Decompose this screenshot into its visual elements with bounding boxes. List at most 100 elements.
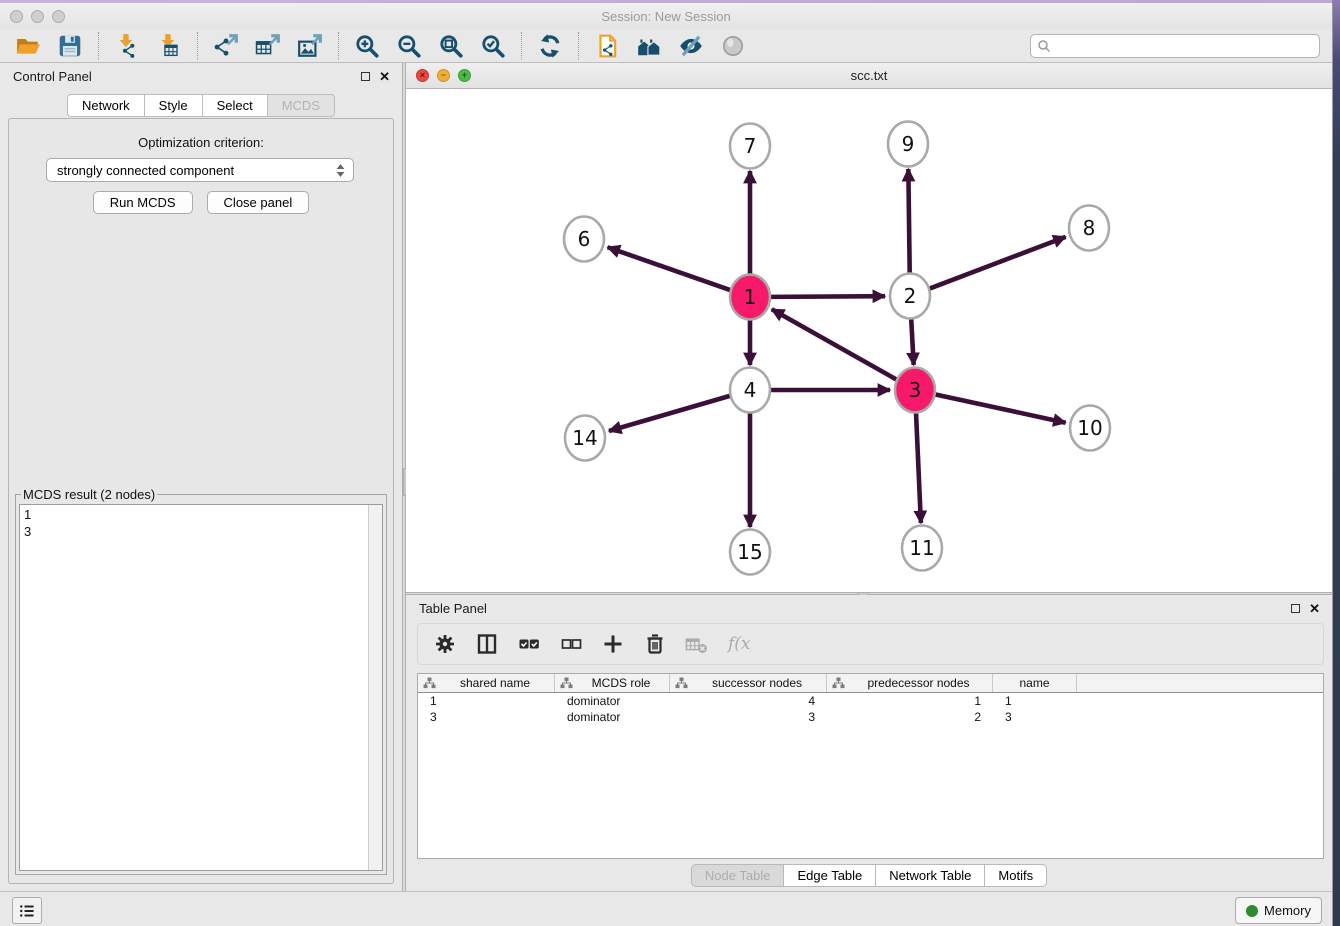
table-panel-close-icon[interactable]: ✕ <box>1309 602 1320 615</box>
import-table-button[interactable] <box>155 32 183 60</box>
column-header-name[interactable]: name <box>993 674 1077 692</box>
node-9[interactable]: 9 <box>888 122 928 167</box>
cell-MCDS-role[interactable]: dominator <box>555 710 670 724</box>
zoom-in-button[interactable] <box>353 32 381 60</box>
cell-predecessor-nodes[interactable]: 2 <box>827 710 993 724</box>
table-row[interactable]: 1dominator411 <box>418 693 1323 709</box>
node-15[interactable]: 15 <box>730 530 770 575</box>
hide-selected-button[interactable] <box>677 32 705 60</box>
node-10[interactable]: 10 <box>1070 406 1110 451</box>
column-header-shared-name[interactable]: shared name <box>418 674 555 692</box>
tab-motifs[interactable]: Motifs <box>985 864 1047 887</box>
tab-node-table[interactable]: Node Table <box>691 864 785 887</box>
cell-shared-name[interactable]: 1 <box>418 694 555 708</box>
node-11[interactable]: 11 <box>902 526 942 571</box>
zoom-out-button[interactable] <box>395 32 423 60</box>
network-view-titlebar: × − + scc.txt <box>406 63 1332 89</box>
save-button[interactable] <box>56 32 84 60</box>
function-button: f(x) <box>726 631 752 657</box>
table-row[interactable]: 3dominator323 <box>418 709 1323 725</box>
memory-button[interactable]: Memory <box>1235 897 1322 924</box>
table-panel-tabs: Node TableEdge TableNetwork TableMotifs <box>406 864 1332 887</box>
neighbors-button[interactable] <box>635 32 663 60</box>
network-canvas[interactable]: 7 9 6 8 1 2 4 3 14 10 15 11 <box>406 89 1332 592</box>
column-header-MCDS-role[interactable]: MCDS role <box>555 674 670 692</box>
cell-successor-nodes[interactable]: 4 <box>670 694 827 708</box>
search-input[interactable] <box>1051 36 1319 56</box>
table-toolbar: f(x) <box>417 623 1324 665</box>
node-14[interactable]: 14 <box>565 416 605 461</box>
node-3[interactable]: 3 <box>895 368 935 413</box>
export-image-button[interactable] <box>296 32 324 60</box>
tree-icon <box>832 677 845 689</box>
cell-shared-name[interactable]: 3 <box>418 710 555 724</box>
deselect-all-button[interactable] <box>558 631 584 657</box>
mcds-result-title: MCDS result (2 nodes) <box>21 487 157 502</box>
export-network-button[interactable] <box>212 32 240 60</box>
cell-successor-nodes[interactable]: 3 <box>670 710 827 724</box>
run-mcds-button[interactable]: Run MCDS <box>93 191 193 214</box>
refresh-button[interactable] <box>536 32 564 60</box>
tree-icon <box>423 677 436 689</box>
edge-2-9[interactable] <box>908 169 909 275</box>
cell-MCDS-role[interactable]: dominator <box>555 694 670 708</box>
table-panel: Table Panel ✕ f(x) shared nameMCDS roles… <box>406 595 1332 891</box>
cell-name[interactable]: 1 <box>993 694 1077 708</box>
window-zoom-button[interactable] <box>52 10 65 23</box>
add-button[interactable] <box>600 631 626 657</box>
close-panel-button[interactable]: Close panel <box>207 191 310 214</box>
delete-button[interactable] <box>642 631 668 657</box>
tab-select[interactable]: Select <box>203 94 268 117</box>
edge-1-6[interactable] <box>608 247 731 290</box>
function-icon: f(x) <box>727 632 751 656</box>
window-minimize-button[interactable] <box>31 10 44 23</box>
tab-mcds[interactable]: MCDS <box>268 94 335 117</box>
cell-name[interactable]: 3 <box>993 710 1077 724</box>
edge-3-1[interactable] <box>772 309 897 379</box>
dropdown-stepper-icon <box>336 164 345 177</box>
cell-predecessor-nodes[interactable]: 1 <box>827 694 993 708</box>
import-network-button[interactable] <box>113 32 141 60</box>
open-folder-button[interactable] <box>14 32 42 60</box>
show-all-button[interactable] <box>719 32 747 60</box>
criterion-dropdown[interactable]: strongly connected component <box>46 158 354 182</box>
control-panel-close-icon[interactable]: ✕ <box>379 70 390 83</box>
edge-3-10[interactable] <box>936 394 1066 422</box>
node-2[interactable]: 2 <box>890 274 930 319</box>
window-traffic-lights <box>10 10 65 23</box>
window-close-button[interactable] <box>10 10 23 23</box>
tab-network-table[interactable]: Network Table <box>876 864 985 887</box>
export-table-button[interactable] <box>254 32 282 60</box>
edge-2-3[interactable] <box>911 317 914 365</box>
edge-1-2[interactable] <box>771 296 885 297</box>
panel-selector-button[interactable] <box>12 897 42 924</box>
node-8[interactable]: 8 <box>1069 206 1109 251</box>
tab-style[interactable]: Style <box>145 94 203 117</box>
node-label: 7 <box>744 134 757 158</box>
control-panel-header: Control Panel ✕ <box>0 63 402 89</box>
tab-network[interactable]: Network <box>67 94 145 117</box>
edge-4-14[interactable] <box>609 396 730 431</box>
mcds-result-list[interactable]: 1 3 <box>19 504 383 871</box>
column-header-predecessor-nodes[interactable]: predecessor nodes <box>827 674 993 692</box>
edge-2-8[interactable] <box>930 237 1066 289</box>
node-6[interactable]: 6 <box>564 217 604 262</box>
node-7[interactable]: 7 <box>730 124 770 169</box>
zoom-fit-button[interactable] <box>437 32 465 60</box>
zoom-selected-icon <box>480 33 506 59</box>
edge-3-11[interactable] <box>916 411 921 523</box>
node-1[interactable]: 1 <box>730 275 770 320</box>
node-4[interactable]: 4 <box>730 368 770 413</box>
table-panel-float-icon[interactable] <box>1291 604 1300 613</box>
svg-text:f(x): f(x) <box>727 634 751 654</box>
select-all-button[interactable] <box>516 631 542 657</box>
zoom-selected-button[interactable] <box>479 32 507 60</box>
result-scrollbar[interactable] <box>368 505 382 870</box>
columns-button[interactable] <box>474 631 500 657</box>
tab-edge-table[interactable]: Edge Table <box>784 864 876 887</box>
delete-table-icon <box>685 632 709 656</box>
control-panel-float-icon[interactable] <box>361 72 370 81</box>
column-header-successor-nodes[interactable]: successor nodes <box>670 674 827 692</box>
duplicate-network-button[interactable] <box>593 32 621 60</box>
gear-button[interactable] <box>432 631 458 657</box>
